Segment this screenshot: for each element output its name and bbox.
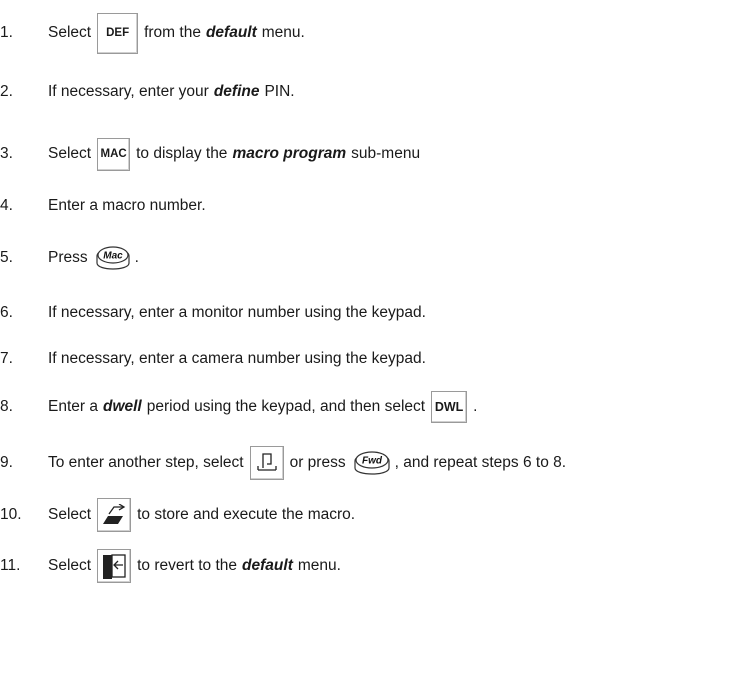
step-text: PIN. bbox=[264, 83, 295, 100]
step-text: menu. bbox=[261, 24, 305, 41]
exit-softkey[interactable] bbox=[97, 549, 132, 583]
step-text: Press bbox=[48, 249, 88, 266]
emphasis-text: dwell bbox=[102, 398, 142, 415]
step-number: 3. bbox=[0, 145, 13, 162]
step-text: sub-menu bbox=[351, 145, 421, 162]
step-text: , and repeat steps 6 to 8. bbox=[394, 454, 567, 471]
step-text: If necessary, enter your bbox=[48, 83, 209, 100]
mac-softkey[interactable]: MAC bbox=[97, 137, 131, 171]
emphasis-text: default bbox=[242, 557, 293, 574]
step-text: period using the keypad, and then select bbox=[146, 398, 426, 415]
step-number: 9. bbox=[0, 454, 13, 471]
step-text: If necessary, enter a monitor number usi… bbox=[48, 304, 426, 321]
step-number: 8. bbox=[0, 398, 13, 415]
step-number: 11. bbox=[0, 557, 21, 574]
step-text: to revert to the bbox=[137, 557, 238, 574]
step-number: 4. bbox=[0, 197, 13, 214]
dwl-softkey[interactable]: DWL bbox=[431, 391, 468, 423]
step-text: Select bbox=[48, 145, 92, 162]
step-text: If necessary, enter a camera number usin… bbox=[48, 350, 426, 367]
exit-icon bbox=[103, 554, 126, 579]
new-step-softkey[interactable] bbox=[249, 446, 284, 480]
step-text: . bbox=[473, 398, 478, 415]
fwd-key-label: Fwd bbox=[362, 456, 383, 467]
step-number: 2. bbox=[0, 83, 13, 100]
step-text: To enter another step, select bbox=[48, 454, 244, 471]
step-text: menu. bbox=[297, 557, 341, 574]
step-number: 6. bbox=[0, 304, 13, 321]
new-step-icon bbox=[256, 453, 277, 471]
step-text: to store and execute the macro. bbox=[137, 506, 356, 523]
step-text: Enter a bbox=[48, 398, 98, 415]
step-text: . bbox=[134, 249, 139, 266]
step-number: 5. bbox=[0, 249, 13, 266]
mac-hardkey[interactable]: Mac bbox=[94, 244, 132, 272]
store-execute-softkey[interactable] bbox=[97, 498, 132, 532]
step-text: to display the bbox=[136, 145, 228, 162]
step-text: Select bbox=[48, 506, 92, 523]
step-text: from the bbox=[144, 24, 201, 41]
store-execute-icon bbox=[103, 504, 126, 524]
step-text: or press bbox=[289, 454, 346, 471]
step-number: 10. bbox=[0, 506, 22, 523]
step-number: 7. bbox=[0, 350, 13, 367]
step-number: 1. bbox=[0, 24, 13, 41]
emphasis-text: define bbox=[213, 83, 260, 100]
def-softkey[interactable]: DEF bbox=[97, 12, 139, 54]
fwd-hardkey[interactable]: Fwd bbox=[352, 449, 392, 477]
step-text: Enter a macro number. bbox=[48, 197, 206, 214]
step-text: Select bbox=[48, 24, 92, 41]
emphasis-text: macro program bbox=[232, 145, 347, 162]
emphasis-text: default bbox=[205, 24, 257, 41]
step-text: Select bbox=[48, 557, 92, 574]
mac-key-label: Mac bbox=[103, 251, 123, 262]
